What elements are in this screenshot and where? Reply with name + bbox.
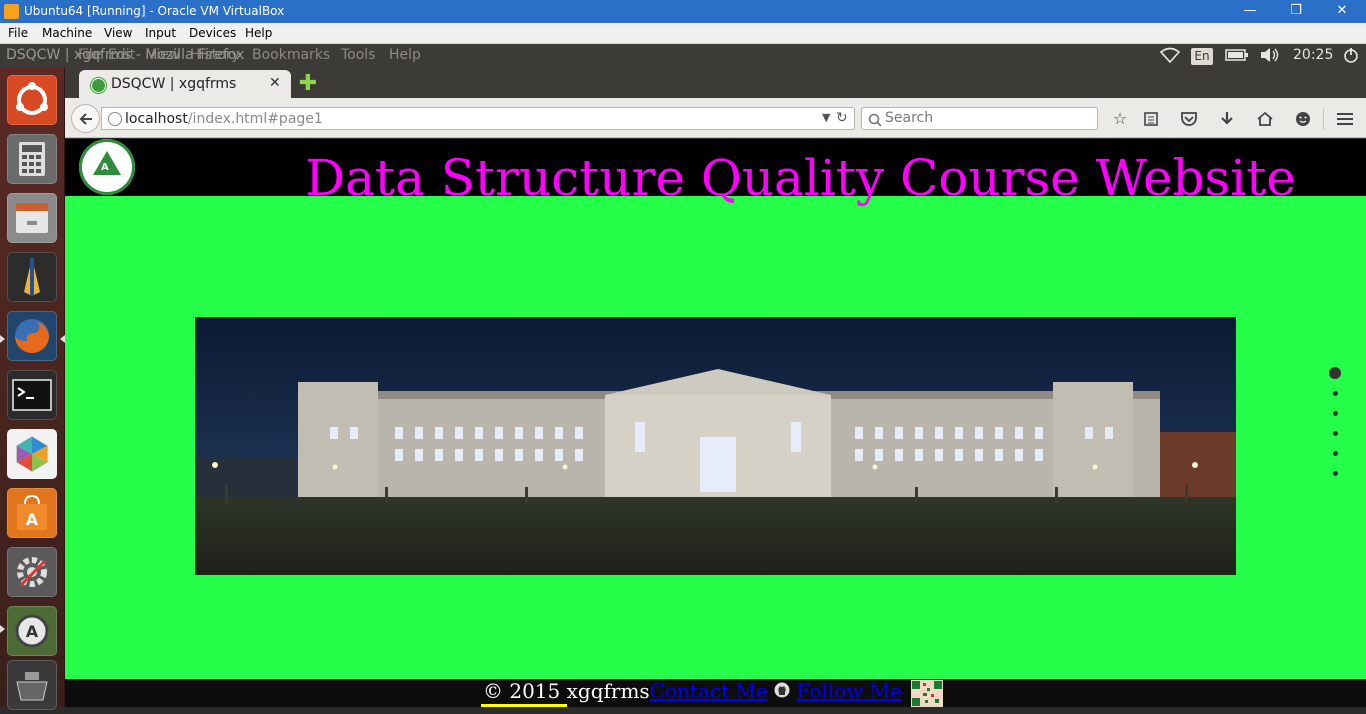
- page-dot-4[interactable]: [1333, 431, 1338, 436]
- url-bar[interactable]: localhost/index.html#page1 ▼ ↻: [101, 107, 855, 130]
- page-dot-1-active[interactable]: [1329, 367, 1341, 379]
- url-host: localhost: [125, 111, 188, 127]
- ff-menu-bookmarks[interactable]: Bookmarks: [252, 47, 330, 63]
- ubuntu-top-panel: DSQCW | xgqfrms - Mozilla Firefox File E…: [0, 44, 1366, 68]
- pocket-icon[interactable]: [1178, 108, 1200, 130]
- contact-me-link[interactable]: Contact Me: [650, 679, 768, 703]
- back-button[interactable]: [71, 104, 100, 133]
- page-dot-6[interactable]: [1333, 471, 1338, 476]
- wifi-icon[interactable]: [1159, 47, 1181, 67]
- launcher-running-pip: [0, 335, 5, 343]
- menu-devices[interactable]: Devices: [189, 26, 236, 40]
- launcher-running-pip-2: [0, 625, 5, 633]
- qr-code-image[interactable]: [911, 680, 943, 707]
- follow-me-link[interactable]: Follow Me: [797, 679, 902, 703]
- libreoffice-icon[interactable]: [7, 429, 57, 479]
- tab-favicon-icon: [91, 78, 106, 93]
- url-history-dropdown-icon[interactable]: ▼: [822, 111, 830, 124]
- ff-menu-view[interactable]: View: [147, 47, 180, 63]
- search-icon: [868, 110, 882, 131]
- volume-icon[interactable]: [1259, 47, 1281, 67]
- ff-menu-help[interactable]: Help: [389, 47, 421, 63]
- menu-file[interactable]: File: [8, 26, 28, 40]
- software-center-icon[interactable]: A: [7, 488, 57, 538]
- tab-title: DSQCW | xgqfrms: [111, 76, 237, 92]
- site-identity-icon[interactable]: [108, 112, 122, 126]
- menu-view[interactable]: View: [104, 26, 132, 40]
- footer-copyright: © 2015 xgqfrms: [483, 679, 650, 703]
- downloads-icon[interactable]: [1216, 108, 1238, 130]
- open-menu-icon[interactable]: [1334, 108, 1356, 130]
- close-tab-icon[interactable]: ✕: [269, 75, 281, 91]
- tab-dsqcw[interactable]: DSQCW | xgqfrms ✕: [79, 70, 291, 100]
- toolbar-separator: [1323, 108, 1324, 130]
- svg-text:A: A: [26, 622, 39, 641]
- university-logo[interactable]: A: [79, 139, 135, 195]
- power-icon[interactable]: [1343, 47, 1359, 67]
- minimize-button[interactable]: —: [1227, 0, 1273, 23]
- files-icon[interactable]: [7, 193, 57, 243]
- search-input[interactable]: [885, 110, 1085, 126]
- close-button[interactable]: ✕: [1319, 0, 1365, 23]
- ff-menu-edit[interactable]: Edit: [108, 47, 135, 63]
- reload-icon[interactable]: ↻: [836, 110, 848, 126]
- github-icon: [774, 679, 790, 703]
- ff-menu-history[interactable]: History: [190, 47, 240, 63]
- search-bar[interactable]: [861, 107, 1098, 130]
- svg-text:A: A: [26, 510, 39, 529]
- battery-icon[interactable]: [1225, 47, 1249, 67]
- window-title: Ubuntu64 [Running] - Oracle VM VirtualBo…: [24, 4, 285, 18]
- hello-icon[interactable]: [1292, 108, 1314, 130]
- ubuntu-dash-icon[interactable]: [7, 75, 57, 125]
- virtualbox-menu-bar: File Machine View Input Devices Help: [0, 23, 1366, 44]
- restore-button[interactable]: ❐: [1273, 0, 1319, 23]
- menu-input[interactable]: Input: [145, 26, 176, 40]
- unity-launcher: A A: [0, 68, 65, 710]
- ff-menu-file[interactable]: File: [78, 47, 101, 63]
- terminal-icon[interactable]: [7, 370, 57, 420]
- keyboard-layout-indicator[interactable]: En: [1191, 48, 1213, 65]
- url-path: /index.html#page1: [187, 111, 323, 127]
- ff-menu-tools[interactable]: Tools: [341, 47, 376, 63]
- menu-machine[interactable]: Machine: [42, 26, 92, 40]
- site-title: Data Structure Quality Course Website: [305, 149, 1296, 207]
- clock[interactable]: 20:25: [1293, 47, 1333, 63]
- firefox-icon[interactable]: [7, 311, 57, 361]
- site-footer: © 2015 xgqfrmsContact Me Follow Me: [65, 679, 1366, 707]
- software-updater-icon[interactable]: A: [7, 606, 57, 656]
- hero-image: [195, 317, 1236, 575]
- bookmark-star-icon[interactable]: ☆: [1109, 108, 1131, 130]
- footer-text: © 2015 xgqfrmsContact Me Follow Me: [483, 679, 902, 707]
- trash-icon[interactable]: [7, 660, 57, 710]
- bluefish-editor-icon[interactable]: [7, 252, 57, 302]
- menu-help[interactable]: Help: [245, 26, 272, 40]
- page-dot-2[interactable]: [1333, 391, 1338, 396]
- web-page: A Data Structure Quality Course Website: [65, 139, 1366, 707]
- page-dot-3[interactable]: [1333, 411, 1338, 416]
- calculator-icon[interactable]: [7, 134, 57, 184]
- new-tab-button[interactable]: ✚: [298, 73, 318, 95]
- reading-list-icon[interactable]: [1140, 108, 1162, 130]
- system-settings-icon[interactable]: [7, 547, 57, 597]
- home-icon[interactable]: [1254, 108, 1276, 130]
- page-dot-5[interactable]: [1333, 451, 1338, 456]
- virtualbox-title-bar: Ubuntu64 [Running] - Oracle VM VirtualBo…: [0, 0, 1366, 23]
- virtualbox-app-icon: [4, 4, 19, 19]
